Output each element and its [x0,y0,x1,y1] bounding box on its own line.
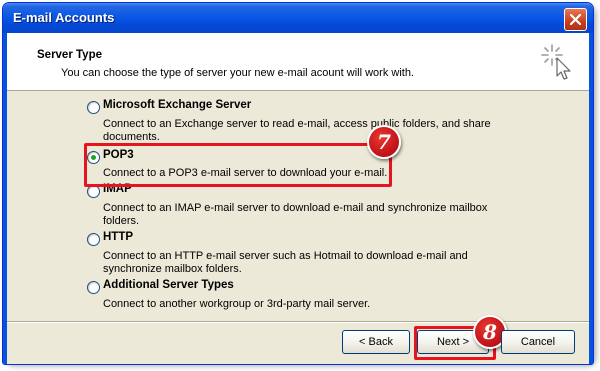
option-label[interactable]: Additional Server Types [103,279,234,291]
pop3-highlight-box [84,143,392,187]
page-subtitle: You can choose the type of server your n… [61,67,414,79]
close-icon [570,14,581,25]
option-description: Connect to another workgroup or 3rd-part… [103,298,371,310]
wizard-header: Server Type You can choose the type of s… [7,33,589,91]
back-button[interactable]: < Back [342,330,410,354]
title-bar[interactable]: E-mail Accounts [3,3,593,33]
page-title: Server Type [37,49,102,61]
step-callout-7: 7 [367,125,401,159]
option-label[interactable]: Microsoft Exchange Server [103,99,251,111]
option-description: Connect to an HTTP e-mail server such as… [103,250,468,275]
email-accounts-dialog: E-mail Accounts Server Type You can choo… [2,2,594,365]
option-description: Connect to an Exchange server to read e-… [103,118,491,143]
cancel-button[interactable]: Cancel [501,330,575,354]
option-description: Connect to an IMAP e-mail server to down… [103,202,488,227]
window-title: E-mail Accounts [13,10,115,25]
wizard-sparkle-cursor-icon [541,44,571,80]
radio-http[interactable] [87,233,100,246]
radio-additional[interactable] [87,281,100,294]
window-border-right [589,33,593,364]
radio-exchange[interactable] [87,101,100,114]
option-label[interactable]: HTTP [103,231,133,243]
close-button[interactable] [564,8,587,31]
